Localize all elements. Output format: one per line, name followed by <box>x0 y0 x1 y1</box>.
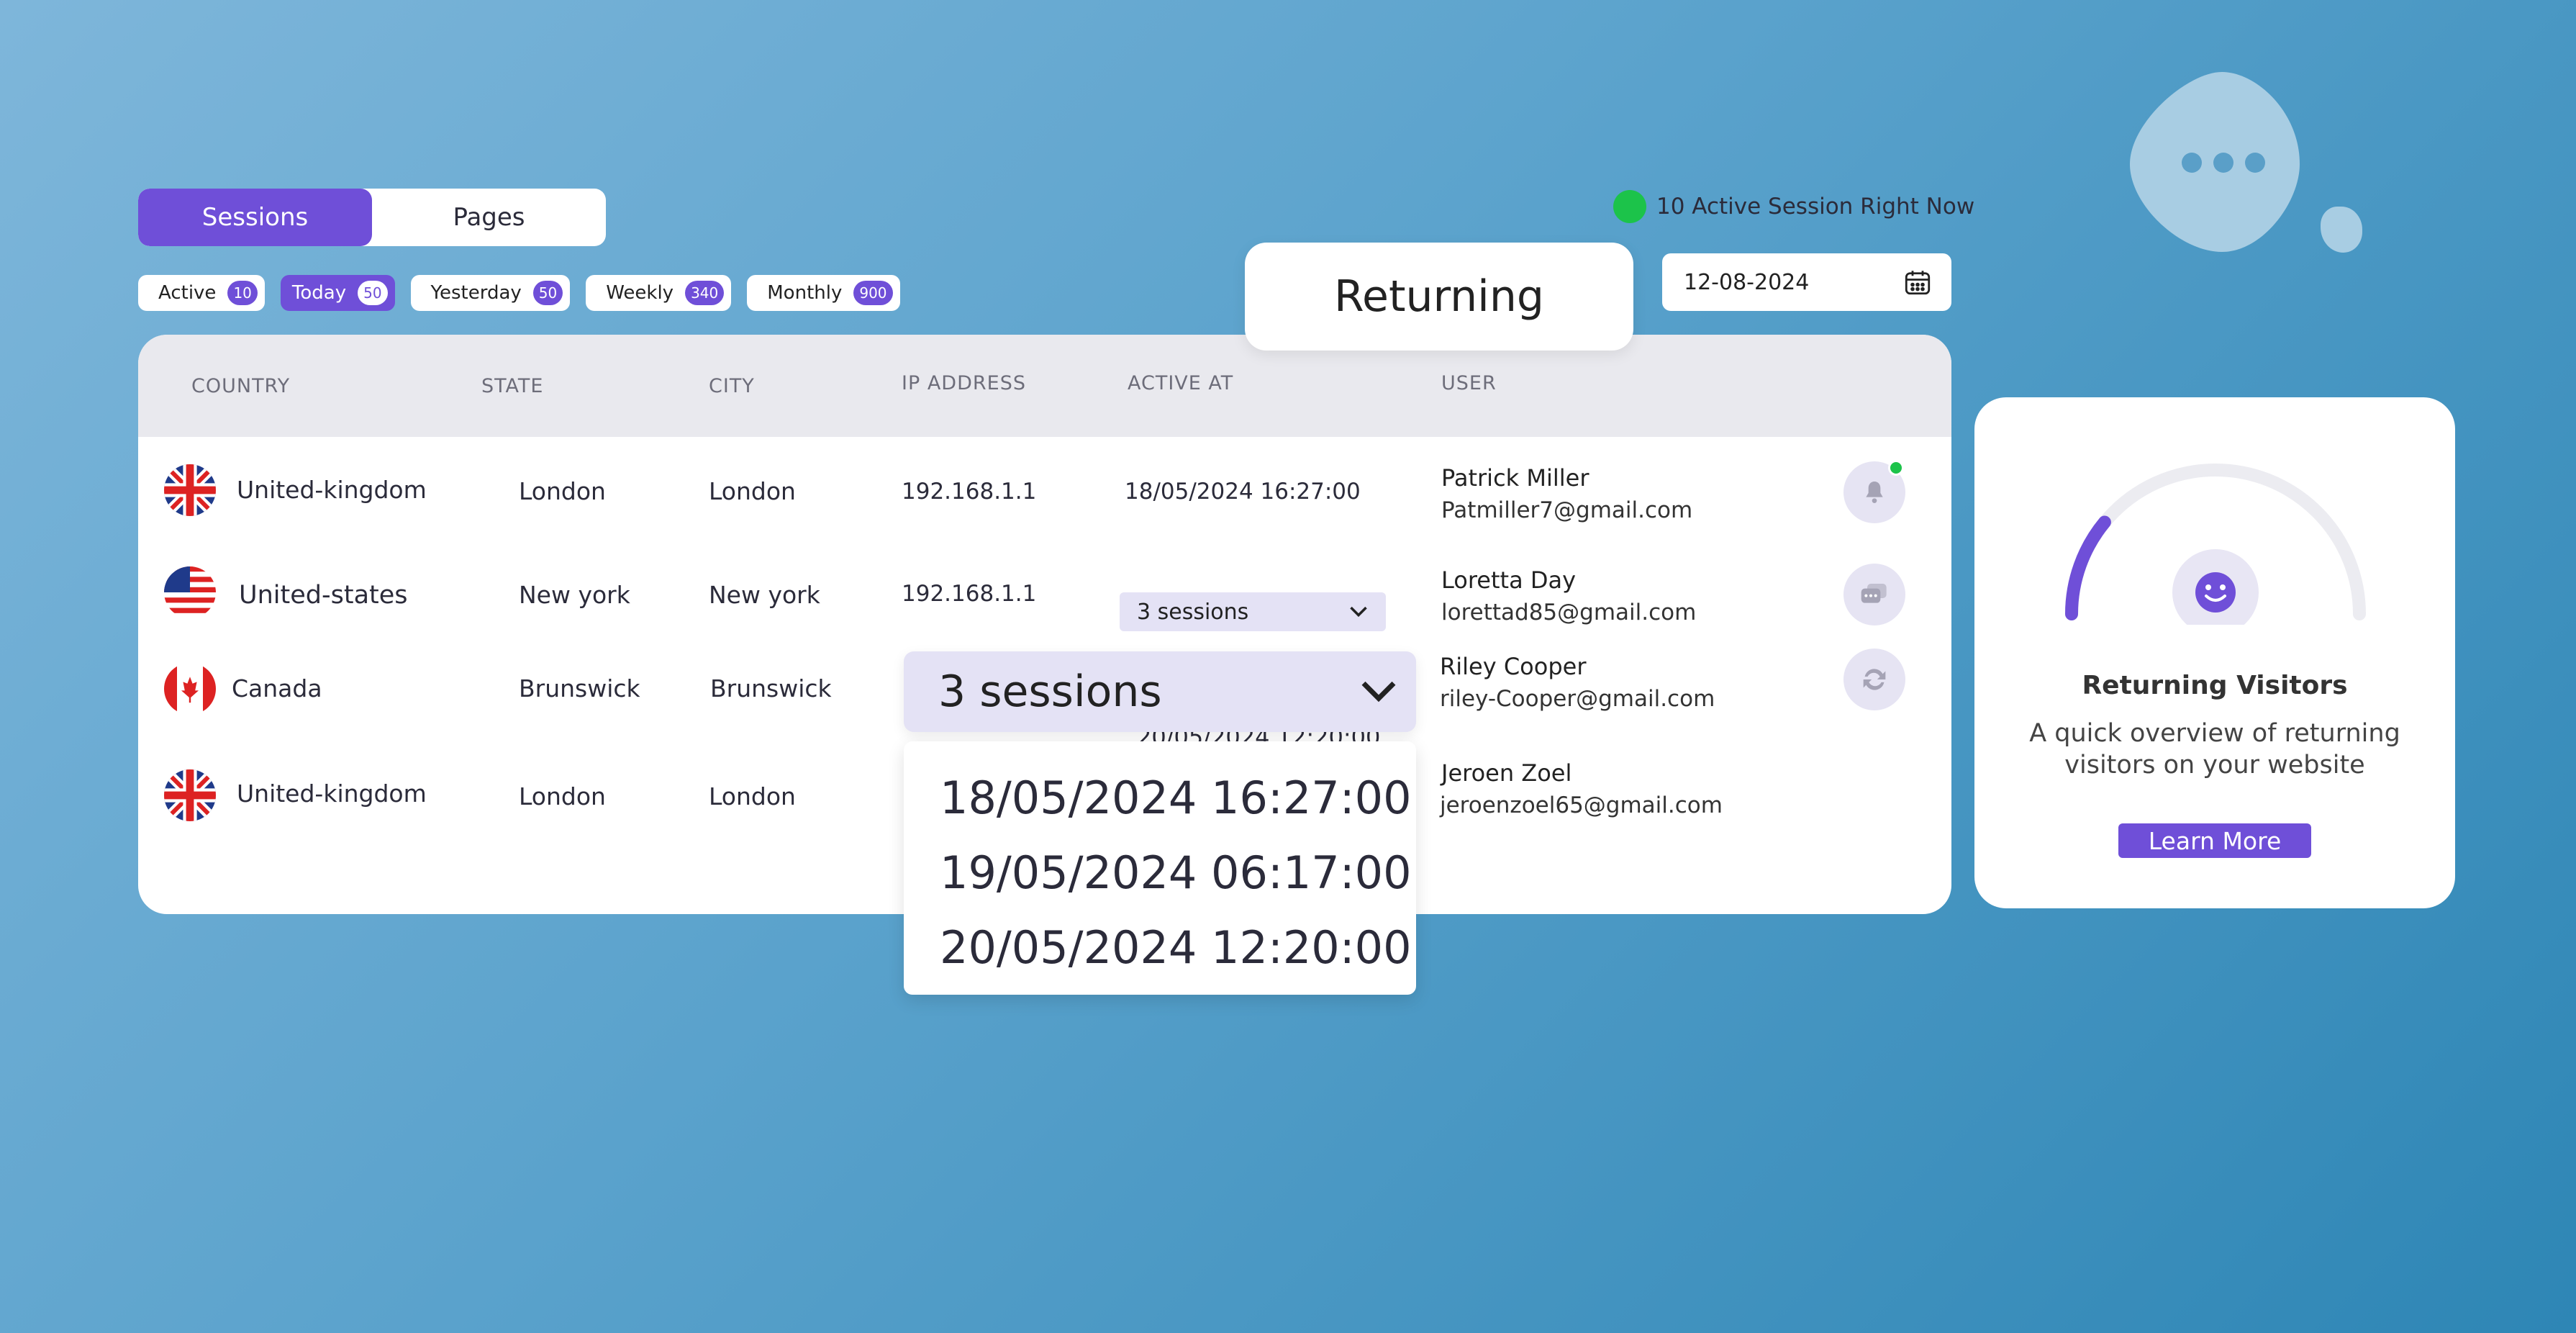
user-name: Loretta Day <box>1441 566 1577 594</box>
country-name: Canada <box>232 674 322 702</box>
state-name: London <box>519 782 606 810</box>
online-dot-icon <box>1613 190 1646 223</box>
uk-flag-icon <box>164 769 216 821</box>
chat-bubble-icon <box>2130 72 2300 252</box>
tab-sessions[interactable]: Sessions <box>138 189 372 246</box>
table-header: COUNTRY STATE CITY IP ADDRESS ACTIVE AT … <box>138 335 1951 437</box>
bell-icon <box>1866 482 1883 503</box>
city-name: New york <box>709 581 820 609</box>
user-email: riley-Cooper@gmail.com <box>1440 686 1715 712</box>
filter-label: Active <box>158 282 217 304</box>
user-name: Riley Cooper <box>1440 653 1587 680</box>
user-email: jeroenzoel65@gmail.com <box>1440 792 1723 818</box>
country-name: United-kingdom <box>237 476 427 504</box>
sessions-select[interactable]: 3 sessions <box>1120 592 1386 631</box>
calendar-icon[interactable] <box>1902 267 1933 297</box>
side-card-description: A quick overview of returning visitors o… <box>2029 719 2400 780</box>
filter-label: Yesterday <box>430 282 522 304</box>
header-active-at: ACTIVE AT <box>1128 372 1234 394</box>
filter-count-badge: 900 <box>853 281 893 305</box>
date-picker[interactable]: 12-08-2024 <box>1662 253 1951 311</box>
filter-chips: Active 10 Today 50 Yesterday 50 Weekly 3… <box>138 275 900 311</box>
user-name: Patrick Miller <box>1441 464 1589 492</box>
country-name: United-kingdom <box>237 780 427 808</box>
filter-count-badge: 10 <box>227 281 258 305</box>
header-country: COUNTRY <box>191 375 291 397</box>
ip-address: 192.168.1.1 <box>902 581 1037 607</box>
sessions-dropdown[interactable]: 3 sessions <box>904 651 1416 732</box>
chat-icon <box>1861 584 1887 603</box>
notify-button[interactable] <box>1843 460 1905 523</box>
filter-today[interactable]: Today 50 <box>280 275 395 311</box>
filter-count-badge: 50 <box>358 281 388 305</box>
tab-pages[interactable]: Pages <box>372 189 606 246</box>
active-sessions-text: 10 Active Session Right Now <box>1656 194 1975 220</box>
user-email: Patmiller7@gmail.com <box>1441 497 1693 523</box>
header-city: CITY <box>709 375 755 397</box>
filter-count-badge: 340 <box>685 281 725 305</box>
filter-active[interactable]: Active 10 <box>138 275 265 311</box>
canada-flag-icon <box>164 663 216 715</box>
filter-weekly[interactable]: Weekly 340 <box>586 275 732 311</box>
returning-visitors-card: Returning Visitors A quick overview of r… <box>1974 397 2455 908</box>
state-name: New york <box>519 581 630 609</box>
returning-gauge <box>2065 464 2366 625</box>
header-user: USER <box>1441 372 1497 394</box>
session-option[interactable]: 19/05/2024 06:17:00 <box>904 835 1416 910</box>
chat-bubble-tail-icon <box>2321 207 2362 253</box>
chevron-down-icon <box>1361 681 1396 702</box>
state-name: Brunswick <box>519 674 640 702</box>
table-row[interactable]: United-states New york New york 192.168.… <box>138 556 1951 650</box>
learn-more-button[interactable]: Learn More <box>2118 823 2311 858</box>
filter-label: Monthly <box>767 282 843 304</box>
filter-label: Today <box>291 282 347 304</box>
view-tabs: Sessions Pages <box>138 189 606 246</box>
sessions-dropdown-menu: 18/05/2024 16:27:00 19/05/2024 06:17:00 … <box>904 741 1416 995</box>
session-option[interactable]: 18/05/2024 16:27:00 <box>904 760 1416 835</box>
session-option[interactable]: 20/05/2024 12:20:00 <box>904 910 1416 985</box>
message-button[interactable] <box>1843 564 1905 625</box>
user-name: Jeroen Zoel <box>1441 759 1572 787</box>
header-state: STATE <box>481 375 544 397</box>
side-card-title: Returning Visitors <box>2082 671 2348 700</box>
filter-label: Weekly <box>606 282 674 304</box>
refresh-button[interactable] <box>1843 649 1905 710</box>
filter-monthly[interactable]: Monthly 900 <box>747 275 900 311</box>
chevron-down-icon <box>1350 606 1367 618</box>
date-value: 12-08-2024 <box>1684 269 1810 295</box>
city-name: London <box>709 477 796 505</box>
table-row[interactable]: United-kingdom London London 192.168.1.1… <box>138 454 1951 548</box>
active-sessions-indicator: 10 Active Session Right Now <box>1613 190 1974 223</box>
ip-address: 192.168.1.1 <box>902 479 1037 505</box>
filter-yesterday[interactable]: Yesterday 50 <box>410 275 571 311</box>
gauge-fill <box>2065 515 2111 620</box>
state-name: London <box>519 477 606 505</box>
sessions-select-label: 3 sessions <box>1137 599 1249 625</box>
online-status-dot <box>1888 460 1904 476</box>
header-ip-address: IP ADDRESS <box>902 372 1026 394</box>
us-flag-icon <box>164 566 216 618</box>
filter-count-badge: 50 <box>532 281 563 305</box>
refresh-icon <box>1863 669 1886 690</box>
user-email: lorettad85@gmail.com <box>1441 600 1697 625</box>
country-name: United-states <box>239 581 408 610</box>
uk-flag-icon <box>164 464 216 516</box>
city-name: London <box>709 782 796 810</box>
smile-icon <box>2195 572 2236 613</box>
returning-label: Returning <box>1245 243 1633 351</box>
sessions-dropdown-label: 3 sessions <box>938 666 1162 717</box>
city-name: Brunswick <box>710 674 832 702</box>
active-at: 18/05/2024 16:27:00 <box>1125 479 1361 505</box>
